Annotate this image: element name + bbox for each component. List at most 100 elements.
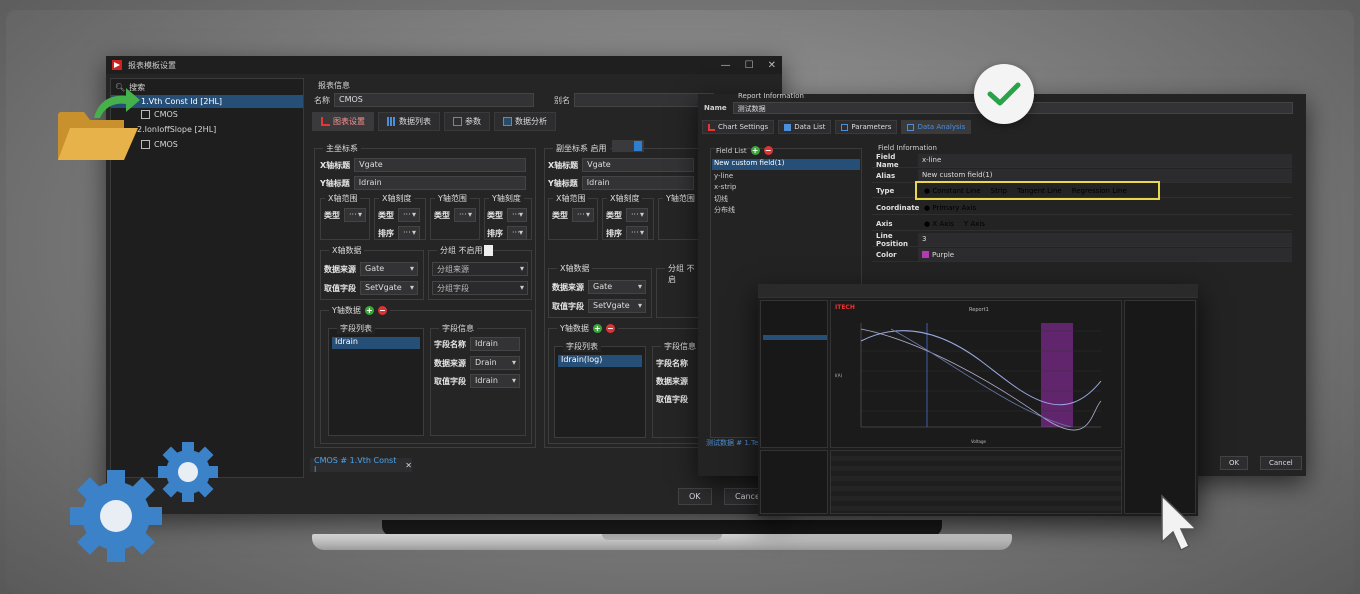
secondary-axis-toggle[interactable] [612,140,644,152]
sec-x-scale-type-label: 类型 [606,210,622,220]
tree-item-ionioff[interactable]: 2.IonIoffSlope [2HL] [137,125,216,134]
group-source-dropdown[interactable]: 分组来源 [432,262,528,276]
sec-field-value-label: 取值字段 [656,395,688,404]
group-title: 分组 不启用 [437,245,486,256]
field-list-item[interactable]: Idrain [332,337,420,349]
tree-item-cmos-1[interactable]: CMOS [141,110,178,119]
secondary-axis-title: 副坐标系 启用 [553,143,610,154]
x-scale-title: X轴刻度 [379,193,415,204]
maximize-icon[interactable]: ☐ [745,60,754,71]
y-axis-label: I(A) [835,373,843,378]
y-range-type-dropdown[interactable]: ··· [454,208,476,222]
value-field-dropdown[interactable]: SetVgate [360,281,418,295]
x-scale-type-label: 类型 [378,210,394,220]
document-tab[interactable]: CMOS # 1.Vth Const I ✕ [310,456,412,474]
x-sort-dropdown[interactable]: ··· [398,226,420,240]
en-field-item-4[interactable]: 分布线 [714,205,735,215]
sec-field-info-title: 字段信息 [661,341,699,352]
table-icon [784,123,792,131]
add-field-icon[interactable]: + [364,306,374,315]
close-tab-icon[interactable]: ✕ [405,461,412,470]
axis-x-radio[interactable]: ● X Axis [924,220,954,228]
tab-chart-settings[interactable]: 图表设置 [312,112,374,131]
group-field-dropdown[interactable]: 分组字段 [432,281,528,295]
group-toggle[interactable] [484,245,493,256]
en-field-item-3[interactable]: 切线 [714,194,728,204]
y-scale-type-dropdown[interactable]: ··· [507,208,527,222]
field-name-input[interactable]: Idrain [470,337,520,351]
sec-x-range-dropdown[interactable]: ··· [572,208,594,222]
sec-data-source-dropdown[interactable]: Gate [588,280,646,294]
sec-value-field-dropdown[interactable]: SetVgate [588,299,646,313]
tab-label: Data Analysis [917,123,966,131]
tree-item-cmos-2[interactable]: CMOS [141,140,178,149]
en-remove-field-icon[interactable]: − [763,146,773,155]
en-name-label: Name [704,104,727,112]
field-source-dropdown[interactable]: Drain [470,356,520,370]
data-source-label: 数据来源 [324,264,356,274]
en-add-field-icon[interactable]: + [750,146,760,155]
data-source-dropdown[interactable]: Gate [360,262,418,276]
en-tab-chart-settings[interactable]: Chart Settings [702,120,775,134]
y-sort-dropdown[interactable]: ··· [507,226,527,240]
sec-x-data-title: X轴数据 [557,263,593,274]
alias-input[interactable] [574,93,714,107]
sec-x-sort-dropdown[interactable]: ··· [626,226,648,240]
name-input[interactable]: CMOS [334,93,534,107]
primary-axis-title: 主坐标系 [323,143,361,154]
ok-button[interactable]: OK [678,488,712,505]
tab-data-list[interactable]: 数据列表 [378,112,440,131]
y-title-input[interactable]: Idrain [353,176,526,190]
en-row-axis: Axis ● X Axis Y Axis [872,217,1292,231]
tab-data-analysis[interactable]: 数据分析 [494,112,556,131]
tree-item-label: CMOS [154,110,178,119]
remove-field-icon[interactable]: − [377,306,387,315]
en-alias-label: Alias [876,171,896,180]
purple-strip [1041,323,1073,427]
table-icon [387,117,396,126]
sec-y-title-input[interactable]: Idrain [581,176,694,190]
sec-x-scale-dropdown[interactable]: ··· [626,208,648,222]
tree-item-label: CMOS [154,140,178,149]
chart-right-pane [1124,300,1196,514]
en-field-item-1[interactable]: y-line [714,172,733,180]
en-window-title: Report Information [738,92,804,100]
alias-label: 别名 [554,95,570,105]
report-info-title: 报表信息 [318,81,350,90]
en-tab-data-analysis[interactable]: Data Analysis [901,120,972,134]
x-title-input[interactable]: Vgate [354,158,527,172]
sec-y-data-title-wrap: Y轴数据 + − [557,323,618,334]
en-row-coordinate: Coordinate ● Primary Axis [872,201,1292,215]
en-cancel-button[interactable]: Cancel [1260,456,1302,470]
analysis-icon [503,117,512,126]
sec-add-field-icon[interactable]: + [592,324,602,333]
axis-y-radio[interactable]: Y Axis [964,220,985,228]
chart-tree-selected[interactable] [763,335,827,340]
window-titlebar: 报表模板设置 — ☐ ✕ [106,56,782,74]
en-row-color: Color Purple [872,248,1292,262]
field-name-label: 字段名称 [434,339,466,349]
close-icon[interactable]: ✕ [768,60,776,71]
sec-field-list-item[interactable]: Idrain(log) [558,355,642,367]
en-field-item-2[interactable]: x-strip [714,183,736,191]
sec-remove-field-icon[interactable]: − [605,324,615,333]
field-info-title: 字段信息 [439,323,477,334]
en-line-position-input[interactable]: 3 [918,233,1292,246]
x-scale-type-dropdown[interactable]: ··· [398,208,420,222]
en-field-name-input[interactable]: x-line [918,154,1292,167]
en-field-info-title: Field Information [878,144,937,152]
en-field-item-0[interactable]: New custom field(1) [712,159,860,170]
tab-parameters[interactable]: 参数 [444,112,490,131]
sec-x-title-input[interactable]: Vgate [582,158,695,172]
en-color-dropdown[interactable]: Purple [918,248,1292,261]
x-range-type-dropdown[interactable]: ··· [344,208,366,222]
minimize-icon[interactable]: — [721,60,731,71]
sec-group-title: 分组 不启 [665,263,699,285]
en-bottom-tab[interactable]: 测试数据 # 1.Test [706,438,765,448]
en-ok-button[interactable]: OK [1220,456,1249,470]
en-tab-data-list[interactable]: Data List [778,120,832,134]
en-tab-parameters[interactable]: Parameters [835,120,898,134]
coordinate-primary-radio[interactable]: ● Primary Axis [918,204,976,212]
field-value-dropdown[interactable]: Idrain [470,374,520,388]
folder-import-icon [58,88,140,160]
